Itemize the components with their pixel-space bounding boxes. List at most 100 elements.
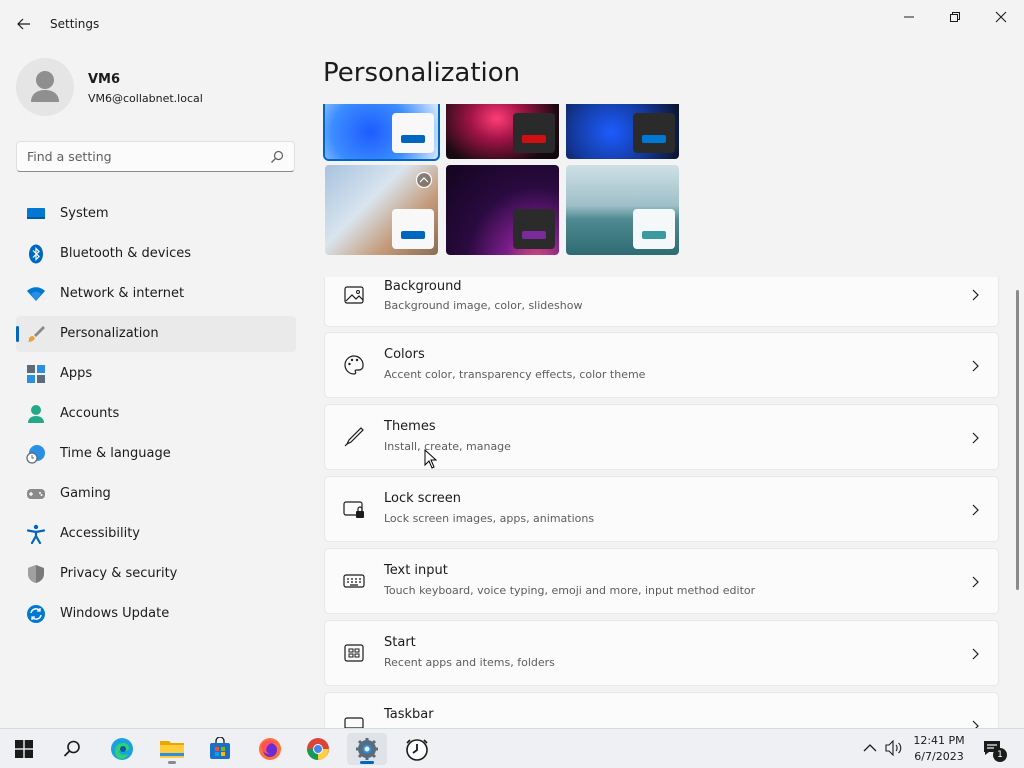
chevron-right-icon [972, 648, 979, 660]
restore-button[interactable] [932, 4, 978, 30]
app-title: Settings [50, 17, 100, 31]
theme-preview-window [513, 113, 555, 153]
taskbar-search-button[interactable] [52, 733, 92, 765]
user-name: VM6 [88, 72, 121, 87]
minimize-icon [904, 16, 914, 18]
show-hidden-icons-button[interactable] [860, 738, 880, 758]
avatar [16, 58, 74, 116]
shield-icon [28, 565, 44, 583]
back-button[interactable] [10, 12, 38, 36]
theme-preview-window [392, 113, 434, 153]
chevron-right-icon [972, 504, 979, 516]
theme-picker [323, 104, 683, 256]
image-icon [344, 286, 364, 304]
taskbar-icon [344, 717, 364, 728]
search-icon [271, 150, 284, 163]
clock-app-icon [406, 739, 428, 761]
wifi-icon [27, 287, 45, 301]
chevron-right-icon [972, 360, 979, 372]
chevron-right-icon [972, 432, 979, 444]
firefox-icon [259, 738, 281, 760]
chrome-icon [307, 738, 329, 760]
user-profile[interactable]: VM6 VM6@collabnet.local [16, 58, 296, 118]
sidebar-item-time-language[interactable]: Time & language [16, 436, 296, 472]
taskbar-clock-app[interactable] [397, 733, 437, 765]
apps-icon [27, 365, 45, 383]
sidebar-item-gaming[interactable]: Gaming [16, 476, 296, 512]
sidebar-item-personalization[interactable]: Personalization [16, 316, 296, 352]
slideshow-badge-icon [415, 171, 433, 189]
chevron-right-icon [972, 289, 979, 301]
palette-icon [344, 355, 364, 375]
page-title: Personalization [323, 58, 521, 88]
search-box[interactable] [16, 141, 295, 172]
title-bar: Settings [0, 0, 1024, 48]
card-text-input[interactable]: Text input Touch keyboard, voice typing,… [324, 548, 999, 614]
card-colors[interactable]: Colors Accent color, transparency effect… [324, 332, 999, 398]
windows-update-icon [27, 605, 45, 623]
taskbar-clock[interactable]: 12:41 PM 6/7/2023 [908, 733, 970, 765]
theme-thumb-sunrise[interactable] [446, 165, 559, 255]
chevron-up-icon [863, 744, 877, 752]
system-icon [27, 208, 45, 219]
start-button[interactable] [4, 733, 44, 765]
taskbar-edge[interactable] [102, 733, 142, 765]
start-menu-icon [344, 644, 364, 662]
pen-icon [344, 427, 364, 447]
bluetooth-icon [29, 244, 43, 264]
search-icon [63, 740, 80, 757]
minimize-button[interactable] [886, 4, 932, 30]
chevron-right-icon [972, 720, 979, 728]
sidebar-item-bluetooth[interactable]: Bluetooth & devices [16, 236, 296, 272]
theme-thumb-windows-dark[interactable] [566, 104, 679, 159]
lock-screen-icon [343, 501, 364, 518]
search-input[interactable] [17, 142, 257, 171]
taskbar-chrome[interactable] [298, 733, 338, 765]
close-icon [995, 11, 1007, 23]
theme-thumb-glow[interactable] [446, 104, 559, 159]
notification-count-badge: 1 [993, 748, 1007, 762]
taskbar-store[interactable] [200, 733, 240, 765]
speaker-icon [885, 740, 902, 756]
clock-date: 6/7/2023 [914, 750, 964, 763]
sidebar-item-apps[interactable]: Apps [16, 356, 296, 392]
sidebar-item-accounts[interactable]: Accounts [16, 396, 296, 432]
volume-button[interactable] [884, 738, 904, 758]
settings-icon [356, 738, 378, 760]
close-button[interactable] [978, 4, 1024, 30]
accounts-icon [28, 405, 44, 423]
content-scrollbar[interactable] [1016, 290, 1019, 590]
theme-thumb-windows-light[interactable] [323, 104, 440, 161]
taskbar-firefox[interactable] [250, 733, 290, 765]
taskbar: 12:41 PM 6/7/2023 [0, 728, 1024, 768]
taskbar-settings[interactable] [347, 733, 387, 765]
time-language-icon [26, 445, 45, 464]
sidebar-nav: System Bluetooth & devices Network & int… [16, 196, 296, 636]
accessibility-icon [26, 524, 46, 544]
card-taskbar[interactable]: Taskbar [324, 692, 999, 728]
start-icon [15, 740, 33, 758]
mouse-cursor-icon [424, 449, 438, 469]
sidebar-item-privacy-security[interactable]: Privacy & security [16, 556, 296, 592]
theme-preview-window [392, 209, 434, 249]
file-explorer-icon [160, 741, 184, 758]
clock-time: 12:41 PM [913, 734, 965, 747]
keyboard-icon [343, 574, 365, 588]
theme-thumb-flow[interactable] [566, 165, 679, 255]
card-start[interactable]: Start Recent apps and items, folders [324, 620, 999, 686]
sidebar-item-network[interactable]: Network & internet [16, 276, 296, 312]
card-background[interactable]: Background Background image, color, slid… [324, 277, 999, 327]
taskbar-file-explorer[interactable] [152, 733, 192, 765]
restore-icon [950, 12, 960, 22]
sidebar-item-system[interactable]: System [16, 196, 296, 232]
user-avatar-icon [31, 71, 59, 102]
brush-icon [28, 326, 45, 342]
theme-thumb-captured-motion[interactable] [325, 165, 438, 255]
back-arrow-icon [17, 18, 30, 30]
chevron-right-icon [972, 576, 979, 588]
sidebar-item-accessibility[interactable]: Accessibility [16, 516, 296, 552]
card-lock-screen[interactable]: Lock screen Lock screen images, apps, an… [324, 476, 999, 542]
user-email: VM6@collabnet.local [88, 92, 203, 105]
sidebar-item-windows-update[interactable]: Windows Update [16, 596, 296, 632]
store-icon [210, 737, 230, 759]
